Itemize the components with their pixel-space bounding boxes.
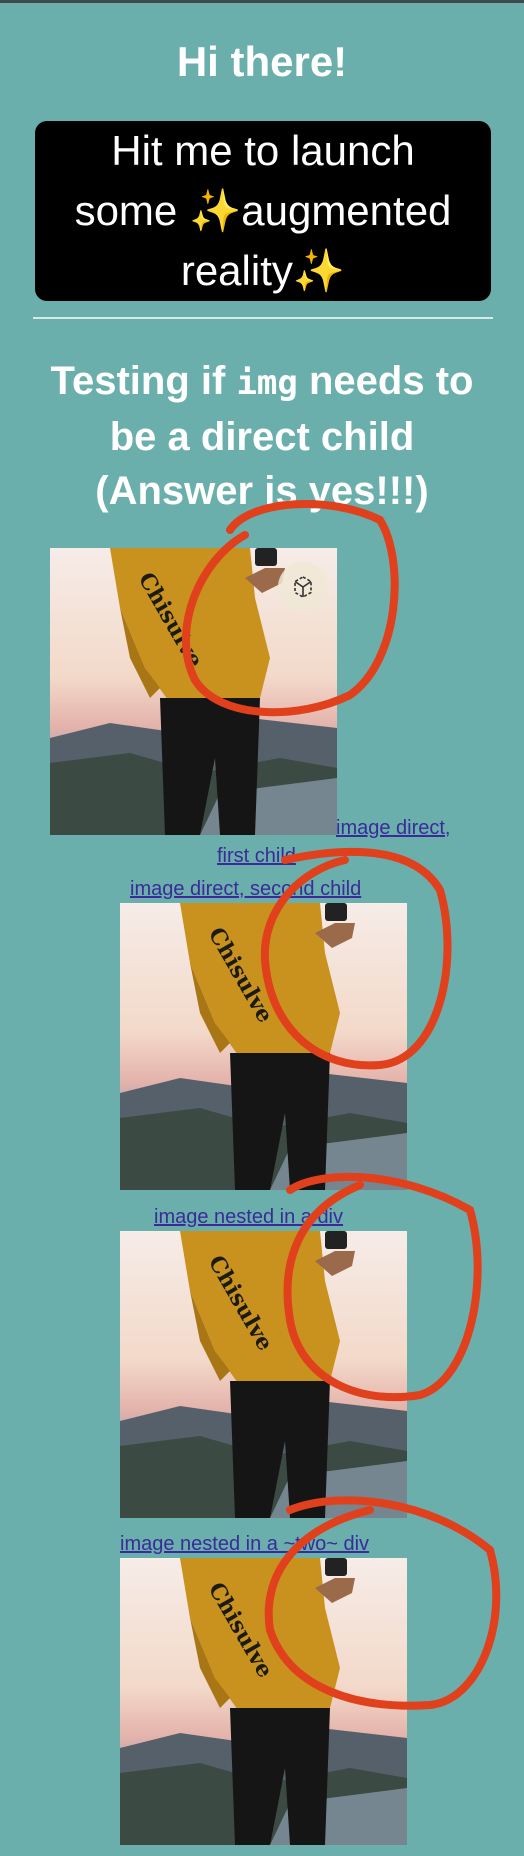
link-direct-first-child-line2[interactable]: first child xyxy=(217,844,296,868)
top-edge xyxy=(0,0,524,3)
heading-answer: (Answer is yes!!!) xyxy=(95,469,429,513)
divider xyxy=(33,317,493,319)
section-heading: Testing if img needs to be a direct chil… xyxy=(22,354,502,518)
photo-image-2 xyxy=(120,903,407,1190)
button-line-1: Hit me to launch xyxy=(111,127,415,174)
page-title: Hi there! xyxy=(176,38,348,85)
ar-cube-icon[interactable] xyxy=(278,562,328,612)
photo-image-3 xyxy=(120,1231,407,1518)
link-nested-in-two-divs[interactable]: image nested in a ~two~ div xyxy=(120,1532,369,1556)
link-nested-in-div[interactable]: image nested in a div xyxy=(154,1205,343,1229)
button-line-3: reality✨ xyxy=(180,247,346,294)
link-direct-second-child[interactable]: image direct, second child xyxy=(130,877,361,901)
photo-image-4 xyxy=(120,1558,407,1845)
heading-part-1: Testing if xyxy=(50,359,237,403)
heading-code: img xyxy=(236,363,298,403)
example-image-4 xyxy=(120,1558,407,1845)
example-image-3 xyxy=(120,1231,407,1518)
example-image-2 xyxy=(120,903,407,1190)
button-line-2: some ✨augmented xyxy=(74,187,452,234)
link-direct-first-child[interactable]: image direct, xyxy=(336,816,451,840)
launch-ar-button[interactable]: Hit me to launch some ✨augmented reality… xyxy=(35,121,491,301)
